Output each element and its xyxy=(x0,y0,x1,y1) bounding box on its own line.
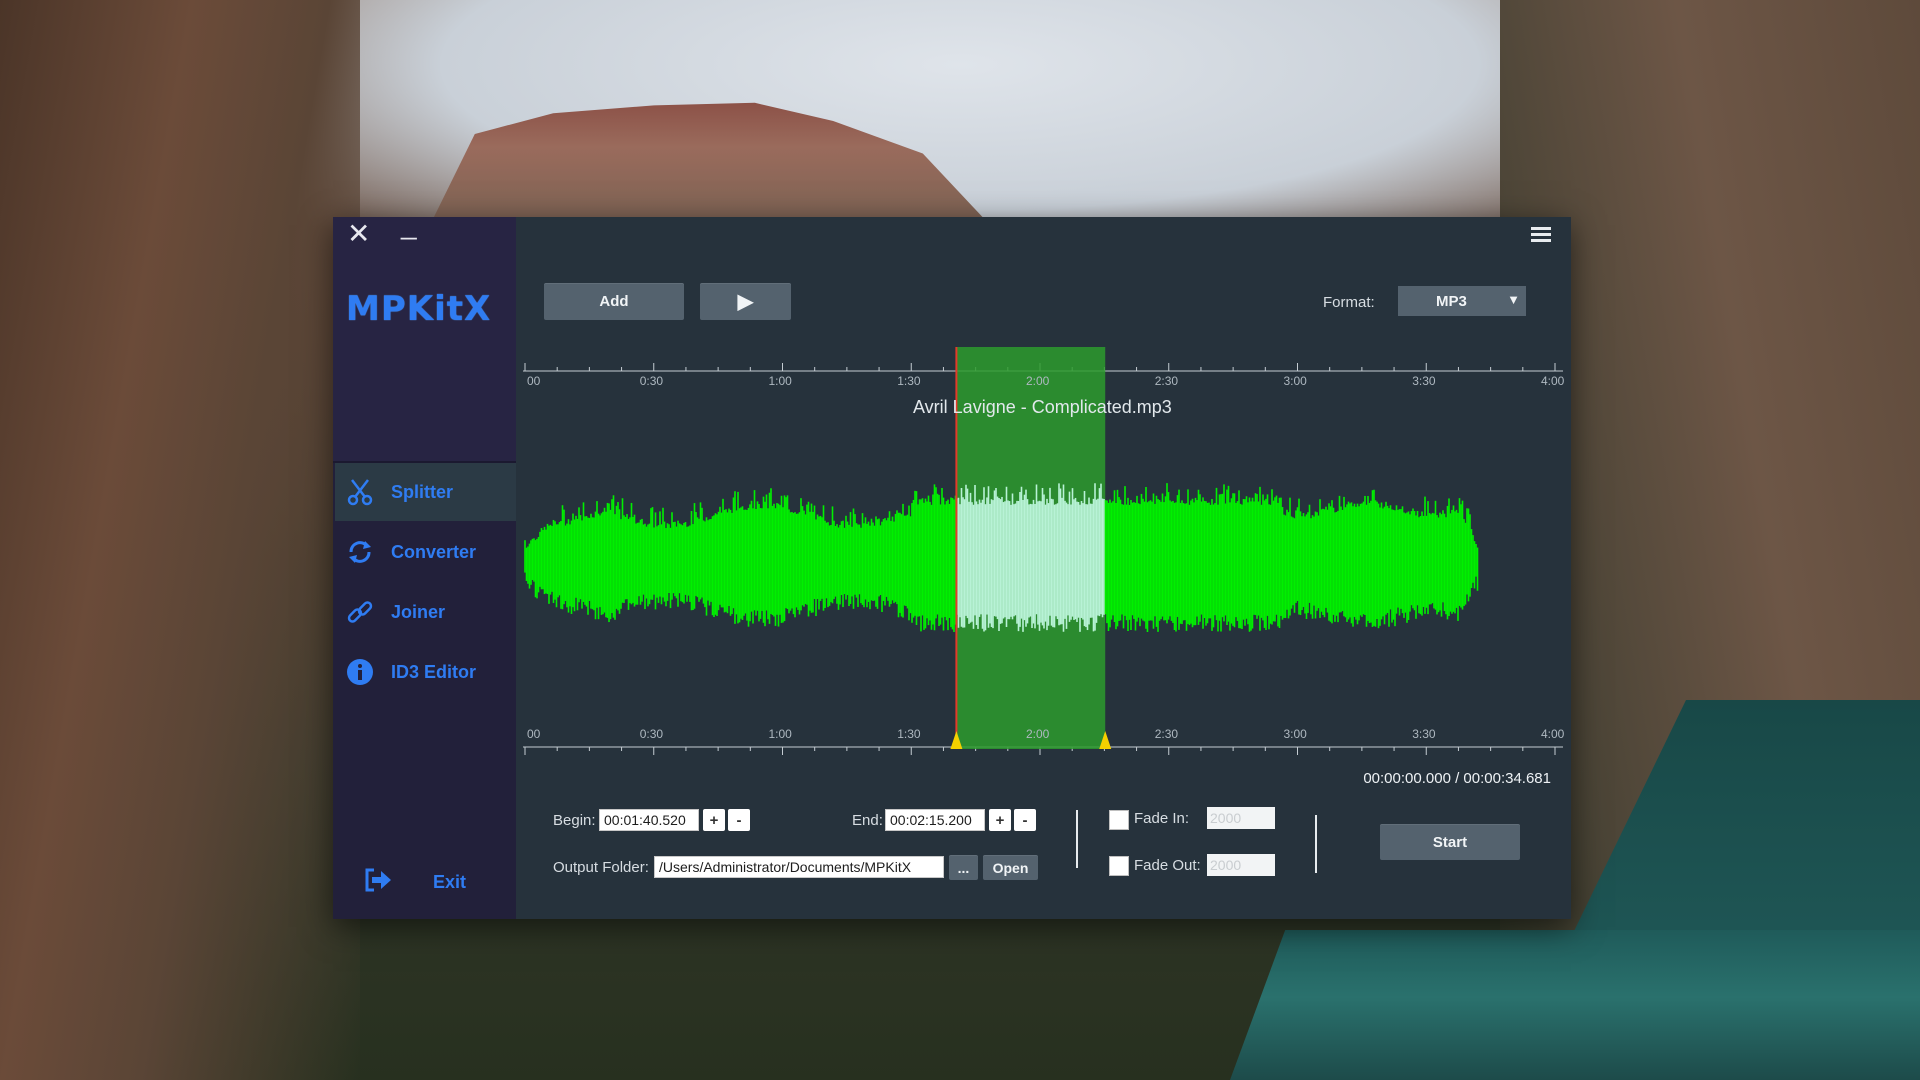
sidebar-item-label: Joiner xyxy=(391,601,446,622)
sidebar-item-label: Converter xyxy=(391,541,477,562)
sidebar-item-id3-editor[interactable]: ID3 Editor xyxy=(335,643,516,701)
format-select[interactable]: MP3 ▼ xyxy=(1398,286,1526,316)
ruler-label: 3:30 xyxy=(1412,374,1436,388)
ruler-label: 1:30 xyxy=(897,727,921,741)
fade-out-field[interactable]: 2000 xyxy=(1207,854,1275,876)
ruler-label: 00 xyxy=(527,374,541,388)
info-icon xyxy=(345,657,375,687)
ruler-label: 1:00 xyxy=(768,374,792,388)
play-icon: ▶ xyxy=(737,291,754,313)
fade-in-field[interactable]: 2000 xyxy=(1207,807,1275,829)
exit-button[interactable]: Exit xyxy=(363,867,466,898)
ruler-label: 1:00 xyxy=(768,727,792,741)
begin-label: Begin: xyxy=(553,812,596,829)
sidebar-item-converter[interactable]: Converter xyxy=(335,523,516,581)
time-readout: 00:00:00.000 / 00:00:34.681 xyxy=(1363,770,1551,787)
wallpaper-left-cliff xyxy=(0,0,360,1080)
sidebar-item-label: ID3 Editor xyxy=(391,661,477,682)
ruler-label: 1:30 xyxy=(897,374,921,388)
end-time-field[interactable]: 00:02:15.200 xyxy=(885,809,985,831)
start-button[interactable]: Start xyxy=(1380,824,1520,860)
begin-time-field[interactable]: 00:01:40.520 xyxy=(599,809,699,831)
end-plus-button[interactable]: + xyxy=(989,809,1011,831)
fade-out-checkbox[interactable] xyxy=(1109,856,1129,876)
ruler-label: 2:00 xyxy=(1026,727,1050,741)
ruler-label: 4:00 xyxy=(1541,727,1565,741)
minimize-icon[interactable]: _ xyxy=(401,211,417,239)
open-folder-button[interactable]: Open xyxy=(983,855,1038,880)
ruler-label: 0:30 xyxy=(639,374,664,388)
output-folder-label: Output Folder: xyxy=(553,859,649,876)
scissors-icon xyxy=(345,477,375,507)
end-minus-button[interactable]: - xyxy=(1014,809,1036,831)
app-logo: MPKitX xyxy=(346,289,492,329)
ruler-label: 2:00 xyxy=(1026,374,1050,388)
ruler-label: 0:30 xyxy=(639,727,664,741)
sidebar-item-joiner[interactable]: Joiner xyxy=(335,583,516,641)
ruler-label: 3:00 xyxy=(1283,727,1307,741)
close-icon[interactable]: ✕ xyxy=(347,220,370,248)
exit-label: Exit xyxy=(433,872,467,892)
sidebar-header: ✕ _ MPKitX xyxy=(333,211,516,463)
refresh-icon xyxy=(345,537,375,567)
output-folder-field[interactable]: /Users/Administrator/Documents/MPKitX xyxy=(654,856,944,878)
track-title: Avril Lavigne - Complicated.mp3 xyxy=(913,397,1172,417)
ruler-label: 3:30 xyxy=(1412,727,1436,741)
sidebar-item-label: Splitter xyxy=(391,481,454,502)
fade-in-checkbox[interactable] xyxy=(1109,810,1129,830)
ruler-label: 2:30 xyxy=(1154,374,1179,388)
begin-plus-button[interactable]: + xyxy=(703,809,725,831)
wallpaper-mesa xyxy=(430,102,990,225)
wallpaper-river xyxy=(1230,930,1920,1080)
divider xyxy=(1076,810,1078,868)
fade-in-label: Fade In: xyxy=(1134,810,1190,827)
ruler-label: 3:00 xyxy=(1283,374,1307,388)
ruler-label: 2:30 xyxy=(1154,727,1179,741)
format-value: MP3 xyxy=(1436,292,1467,310)
sidebar-item-splitter[interactable]: Splitter xyxy=(335,463,516,521)
fade-out-label: Fade Out: xyxy=(1134,857,1201,874)
divider xyxy=(1315,815,1317,873)
app-window: ✕ _ MPKitX Splitter Converter Joiner ID3… xyxy=(333,211,1571,919)
format-label: Format: xyxy=(1323,294,1375,311)
ruler-label: 00 xyxy=(527,727,541,741)
browse-button[interactable]: ... xyxy=(949,855,978,880)
waveform xyxy=(524,483,1479,633)
ruler-label: 4:00 xyxy=(1541,374,1565,388)
end-label: End: xyxy=(852,812,883,829)
sidebar: ✕ _ MPKitX Splitter Converter Joiner ID3… xyxy=(333,211,516,919)
chevron-down-icon: ▼ xyxy=(1507,292,1520,307)
hamburger-menu-icon[interactable] xyxy=(1531,225,1551,248)
link-icon xyxy=(345,597,375,627)
add-button[interactable]: Add xyxy=(544,283,684,320)
begin-minus-button[interactable]: - xyxy=(728,809,750,831)
play-button[interactable]: ▶ xyxy=(700,283,791,320)
exit-icon xyxy=(363,867,393,898)
